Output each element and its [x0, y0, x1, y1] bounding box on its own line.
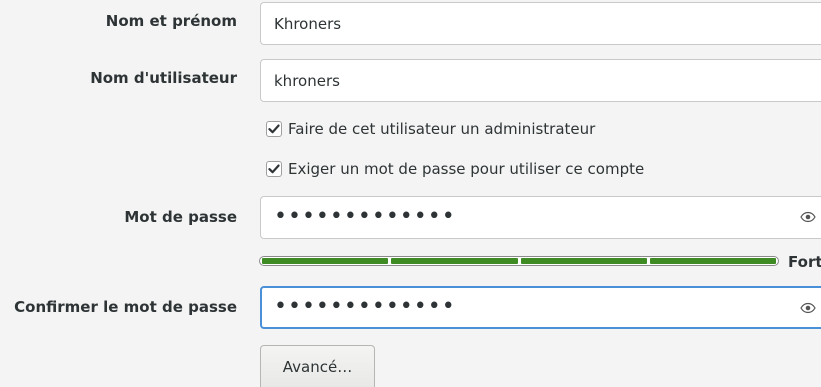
require-password-checkbox[interactable] — [266, 161, 282, 177]
password-strength-bar — [259, 256, 779, 266]
advanced-button[interactable]: Avancé… — [260, 345, 375, 387]
password-value: ••••••••••••• — [274, 203, 456, 229]
username-value: khroners — [274, 71, 340, 90]
confirm-password-field[interactable]: ••••••••••••• — [260, 286, 821, 329]
fullname-field[interactable]: Khroners — [260, 2, 821, 45]
eye-icon[interactable] — [800, 209, 816, 225]
strength-segment — [391, 258, 518, 264]
confirm-password-value: ••••••••••••• — [274, 293, 456, 319]
username-label: Nom d'utilisateur — [90, 69, 237, 87]
admin-checkbox[interactable] — [266, 121, 282, 137]
check-icon — [268, 164, 280, 174]
admin-checkbox-row[interactable]: Faire de cet utilisateur un administrate… — [266, 120, 595, 138]
require-password-checkbox-label: Exiger un mot de passe pour utiliser ce … — [288, 160, 645, 178]
eye-icon[interactable] — [800, 300, 816, 316]
require-password-checkbox-row[interactable]: Exiger un mot de passe pour utiliser ce … — [266, 160, 644, 178]
password-field[interactable]: ••••••••••••• — [260, 196, 821, 239]
strength-segment — [520, 258, 647, 264]
new-user-form: Nom et prénom Khroners Nom d'utilisateur… — [0, 0, 821, 387]
confirm-password-label: Confirmer le mot de passe — [14, 298, 237, 316]
password-label: Mot de passe — [124, 208, 237, 226]
fullname-label: Nom et prénom — [105, 12, 237, 30]
username-field[interactable]: khroners — [260, 59, 821, 102]
check-icon — [268, 124, 280, 134]
fullname-value: Khroners — [274, 14, 342, 33]
password-strength-label: Fort — [788, 253, 821, 271]
strength-segment — [262, 258, 389, 264]
admin-checkbox-label: Faire de cet utilisateur un administrate… — [288, 120, 596, 138]
strength-segment — [649, 258, 776, 264]
